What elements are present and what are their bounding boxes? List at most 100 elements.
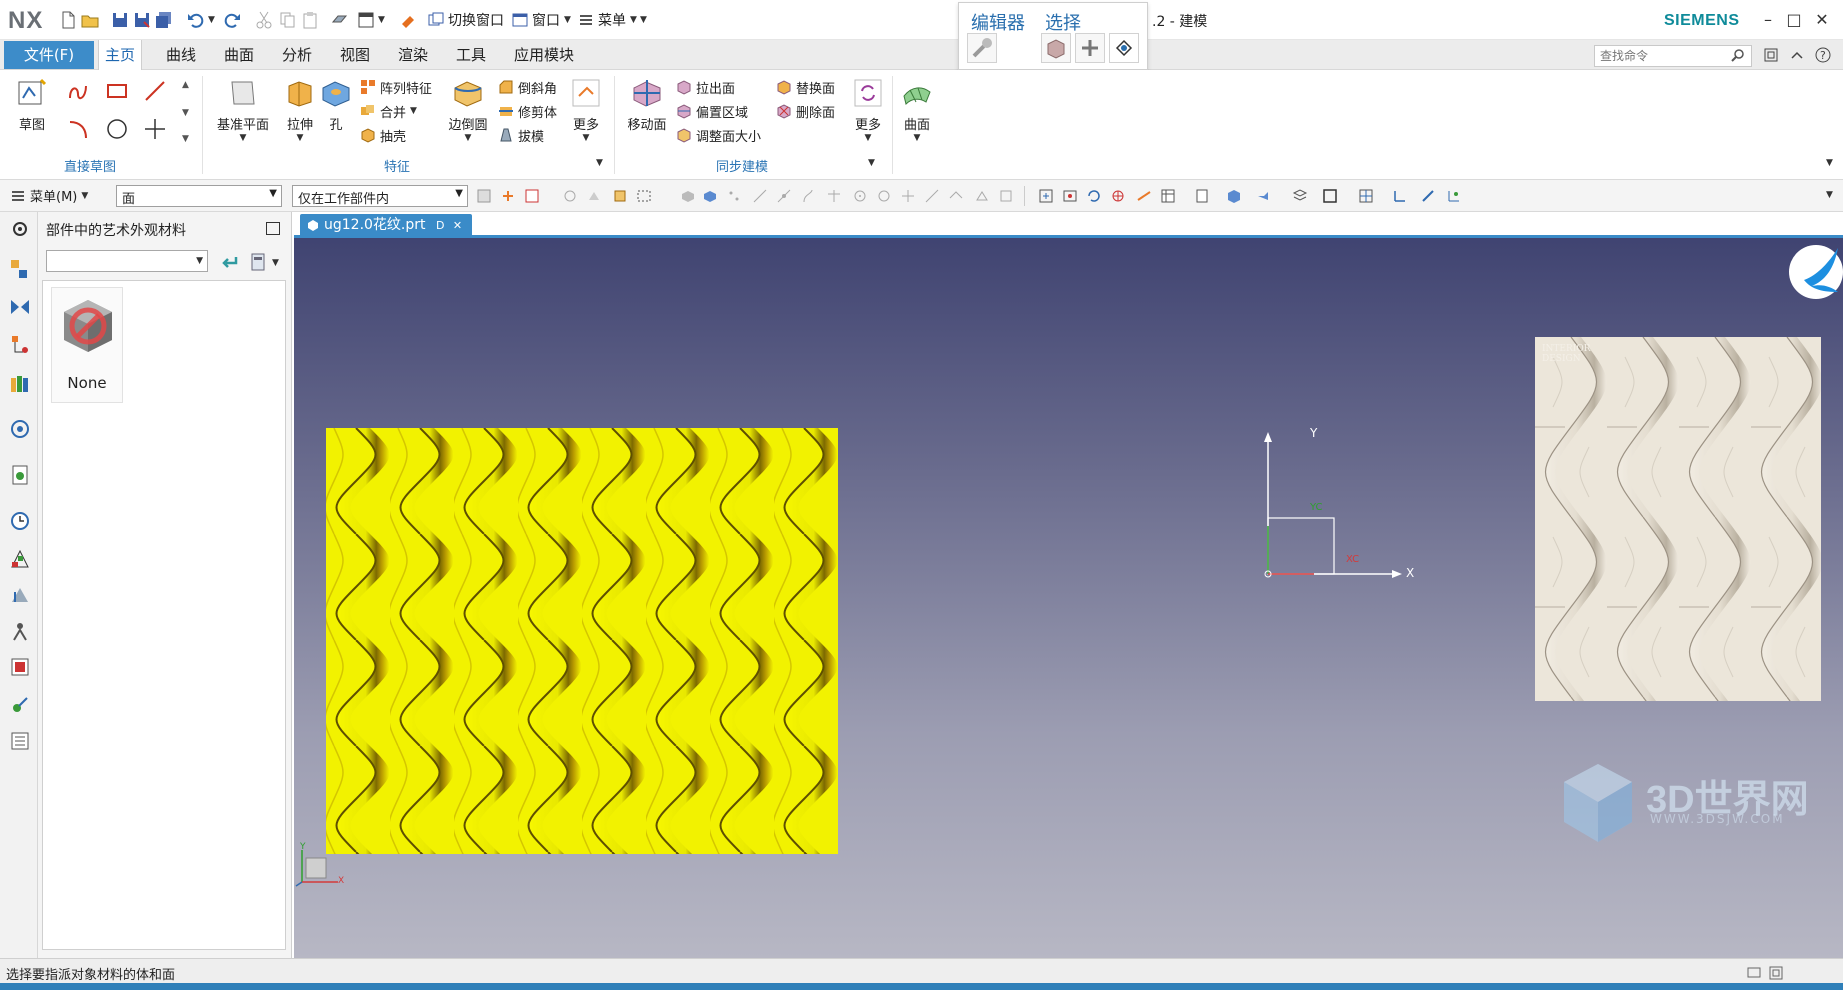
rectangle-select-icon[interactable]: [636, 188, 652, 204]
clock-icon[interactable]: [9, 510, 31, 532]
sketch-gallery-up[interactable]: ▲: [182, 80, 189, 90]
orient-view-icon[interactable]: [1194, 188, 1210, 204]
sketch-gallery-down[interactable]: ▼: [182, 108, 189, 118]
pull-face-button[interactable]: 拉出面: [676, 76, 735, 98]
line-icon[interactable]: [142, 78, 168, 104]
tab-analysis[interactable]: 分析: [276, 40, 318, 70]
maximize-button[interactable]: □: [1782, 8, 1806, 32]
history-icon[interactable]: [9, 464, 31, 486]
tab-applications[interactable]: 应用模块: [508, 40, 580, 70]
window-style-dropdown[interactable]: ▼: [378, 9, 385, 31]
tab-render[interactable]: 渲染: [392, 40, 434, 70]
save-all-icon[interactable]: [154, 10, 174, 30]
tab-curve[interactable]: 曲线: [160, 40, 202, 70]
profile-icon[interactable]: [66, 78, 92, 104]
close-button[interactable]: ✕: [1810, 8, 1834, 32]
rotate-view-icon[interactable]: [1086, 188, 1102, 204]
shaded-cube-icon[interactable]: [1226, 188, 1242, 204]
edge-blend-button[interactable]: 边倒圆 ▼: [440, 76, 496, 143]
material-filter-select[interactable]: ▼: [46, 250, 208, 272]
add-selection-button[interactable]: [1075, 33, 1105, 63]
view-options-dropdown[interactable]: ▼: [272, 258, 279, 268]
datum-csys[interactable]: [1254, 422, 1414, 592]
sketch-gallery-more[interactable]: ▼: [182, 134, 189, 144]
gear-icon[interactable]: [9, 218, 31, 240]
save-as-icon[interactable]: [132, 10, 152, 30]
menu-button[interactable]: 菜单 ▼: [578, 9, 637, 31]
undo-dropdown[interactable]: ▼: [208, 9, 215, 31]
status-monitor-icon[interactable]: [1746, 965, 1762, 981]
select-snap-icon[interactable]: [500, 188, 516, 204]
shell-button[interactable]: 抽壳: [360, 124, 406, 146]
repeat-command-icon[interactable]: [330, 10, 350, 30]
assistant-bird-icon[interactable]: [1782, 240, 1843, 300]
unite-button[interactable]: 合并 ▼: [360, 100, 417, 122]
menu-dropdown[interactable]: 菜单(M) ▼: [10, 186, 88, 205]
tab-tools[interactable]: 工具: [450, 40, 492, 70]
window-style-icon[interactable]: [356, 10, 376, 30]
layer-settings-icon[interactable]: [1292, 188, 1308, 204]
zoom-icon[interactable]: [1062, 188, 1078, 204]
open-folder-icon[interactable]: [80, 10, 100, 30]
customize-quick-access[interactable]: ▼: [640, 9, 647, 31]
point-snap-grid-icon[interactable]: [726, 188, 742, 204]
control-point-snap-icon[interactable]: [800, 188, 816, 204]
collapse-ribbon-icon[interactable]: [1788, 46, 1806, 64]
select-feature-button[interactable]: [1109, 33, 1139, 63]
editor-label[interactable]: 编辑器: [971, 9, 1025, 35]
select-body-button[interactable]: [1041, 33, 1071, 63]
replace-face-button[interactable]: 替换面: [776, 76, 835, 98]
sync-group-options[interactable]: ▼: [868, 158, 875, 168]
rectangle-icon[interactable]: [104, 78, 130, 104]
draft-button[interactable]: 拔模: [498, 124, 544, 146]
redo-icon[interactable]: [222, 10, 242, 30]
sheet-body-filter-icon[interactable]: [702, 188, 718, 204]
feature-intent-icon[interactable]: [586, 188, 602, 204]
show-hide-icon[interactable]: [1358, 188, 1374, 204]
arc-center-snap-icon[interactable]: [852, 188, 868, 204]
analysis-icon[interactable]: [1446, 188, 1462, 204]
ribbon-options[interactable]: ▼: [1826, 158, 1833, 168]
endpoint-snap-icon[interactable]: [752, 188, 768, 204]
copy-icon[interactable]: [278, 10, 298, 30]
find-command-input[interactable]: [1594, 45, 1752, 67]
file-menu-tab[interactable]: 文件(F): [4, 41, 94, 69]
arc-icon[interactable]: [66, 116, 92, 142]
intersection-snap-icon[interactable]: [826, 188, 842, 204]
part-navigator-icon[interactable]: [9, 334, 31, 356]
perspective-icon[interactable]: [1136, 188, 1152, 204]
window-restore-icon[interactable]: [1762, 46, 1780, 64]
delete-face-button[interactable]: 删除面: [776, 100, 835, 122]
graphics-window[interactable]: Y X Y X YC XC INTERIOR DESIGN 3D世界网 WWW.…: [294, 212, 1843, 958]
view-options-icon[interactable]: [250, 252, 268, 272]
snap-point-icon[interactable]: [562, 188, 578, 204]
edit-object-display-icon[interactable]: [1256, 188, 1272, 204]
rendering-style-icon[interactable]: [1160, 188, 1176, 204]
document-tab[interactable]: ug12.0花纹.prt D ✕: [300, 214, 473, 236]
move-face-button[interactable]: 移动面: [618, 76, 676, 133]
type-filter-select[interactable]: 面 ▼: [116, 185, 282, 207]
edit-parameters-button[interactable]: [967, 33, 997, 63]
material-item[interactable]: None: [51, 287, 123, 403]
help-icon[interactable]: ?: [1814, 46, 1832, 64]
save-icon[interactable]: [110, 10, 130, 30]
selection-filter-icon[interactable]: [524, 188, 540, 204]
tab-surface[interactable]: 曲面: [218, 40, 260, 70]
tab-view[interactable]: 视图: [334, 40, 376, 70]
pole-snap-icon[interactable]: [998, 188, 1014, 204]
web-browser-icon[interactable]: [9, 418, 31, 440]
circle-icon[interactable]: [104, 116, 130, 142]
more-features-button[interactable]: 更多 ▼: [564, 76, 608, 143]
roles-icon[interactable]: [9, 620, 31, 642]
wcs-icon[interactable]: [1392, 188, 1408, 204]
midpoint-snap-icon[interactable]: [776, 188, 792, 204]
pattern-feature-button[interactable]: 阵列特征: [360, 76, 432, 98]
system-scenes-icon[interactable]: [9, 584, 31, 606]
select-label[interactable]: 选择: [1045, 9, 1081, 35]
full-screen-icon[interactable]: [1768, 965, 1784, 981]
undo-icon[interactable]: [186, 10, 206, 30]
chamfer-button[interactable]: 倒斜角: [498, 76, 557, 98]
trim-body-button[interactable]: 修剪体: [498, 100, 557, 122]
tab-pin-icon[interactable]: D: [436, 219, 444, 232]
minimize-button[interactable]: –: [1756, 8, 1780, 32]
